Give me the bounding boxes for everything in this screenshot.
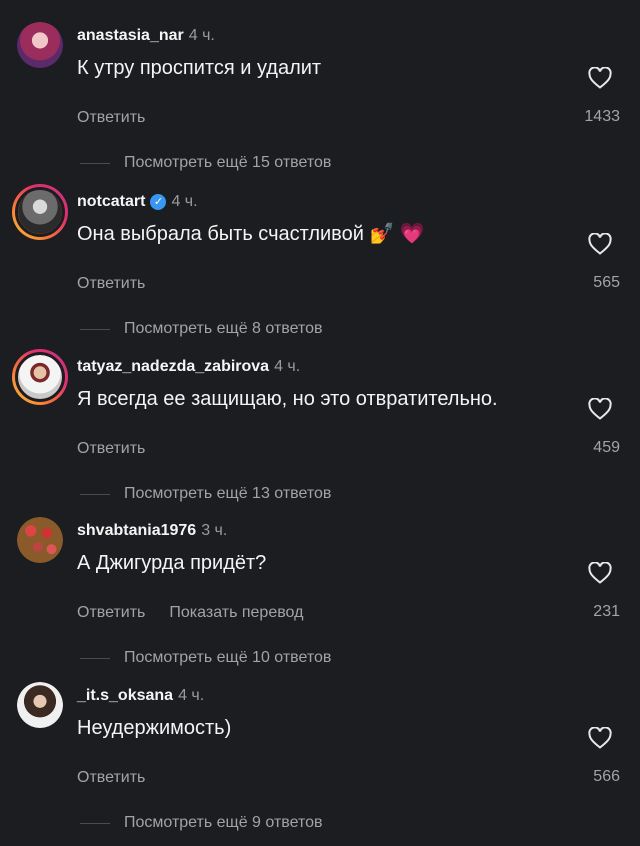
timestamp: 3 ч. [201,522,228,539]
like-count: 566 [593,768,620,785]
comment-text: А Джигурда придёт? [77,552,267,574]
view-more-replies[interactable]: Посмотреть ещё 15 ответов [80,154,331,172]
avatar[interactable] [17,22,63,68]
reply-button[interactable]: Ответить [77,275,145,293]
heart-icon [588,398,612,420]
like-button[interactable] [582,233,618,255]
like-button[interactable] [582,398,618,420]
username[interactable]: anastasia_nar [77,26,184,46]
comment-item: _it.s_oksana 4 ч. Неудержимость) Ответит… [0,682,640,846]
timestamp: 4 ч. [171,193,198,210]
avatar[interactable] [17,682,63,728]
like-count: 565 [593,274,620,291]
timestamp: 4 ч. [274,358,301,375]
username[interactable]: notcatart [77,192,145,212]
verified-badge-icon: ✓ [150,194,167,210]
divider [80,822,110,824]
divider [80,657,110,659]
nail-polish-emoji: 💅 [369,223,395,245]
comment-item: anastasia_nar 4 ч. К утру проспится и уд… [0,22,640,186]
reply-button[interactable]: Ответить [77,109,145,127]
username[interactable]: tatyaz_nadezda_zabirova [77,357,269,377]
view-more-replies[interactable]: Посмотреть ещё 13 ответов [80,485,331,503]
username[interactable]: shvabtania1976 [77,521,196,541]
like-count: 459 [593,439,620,456]
reply-button[interactable]: Ответить [77,440,145,458]
reply-button[interactable]: Ответить [77,769,145,787]
comment-text: Я всегда ее защищаю, но это отвратительн… [77,388,498,410]
like-count: 1433 [584,108,620,125]
comment-item: notcatart ✓ 4 ч. Она выбрала быть счастл… [0,184,640,352]
heart-icon [588,233,612,255]
divider [80,328,110,330]
comment-text: Она выбрала быть счастливой 💅 💗 [77,223,425,245]
comment-text: К утру проспится и удалит [77,57,322,79]
view-more-replies[interactable]: Посмотреть ещё 10 ответов [80,649,331,667]
avatar[interactable] [12,349,68,405]
heart-emoji: 💗 [399,223,425,245]
timestamp: 4 ч. [178,687,205,704]
avatar[interactable] [12,184,68,240]
comment-item: tatyaz_nadezda_zabirova 4 ч. Я всегда ее… [0,349,640,517]
reply-button[interactable]: Ответить [77,604,145,622]
like-button[interactable] [582,727,618,749]
avatar[interactable] [17,517,63,563]
divider [80,493,110,495]
divider [80,162,110,164]
heart-icon [588,67,612,89]
like-count: 231 [593,603,620,620]
like-button[interactable] [582,67,618,89]
show-translation-button[interactable]: Показать перевод [169,604,303,622]
username[interactable]: _it.s_oksana [77,686,173,706]
heart-icon [588,727,612,749]
like-button[interactable] [582,562,618,584]
comment-item: shvabtania1976 3 ч. А Джигурда придёт? О… [0,517,640,681]
view-more-replies[interactable]: Посмотреть ещё 8 ответов [80,320,323,338]
comment-text: Неудержимость) [77,717,232,739]
timestamp: 4 ч. [188,27,215,44]
view-more-replies[interactable]: Посмотреть ещё 9 ответов [80,814,323,832]
heart-icon [588,562,612,584]
